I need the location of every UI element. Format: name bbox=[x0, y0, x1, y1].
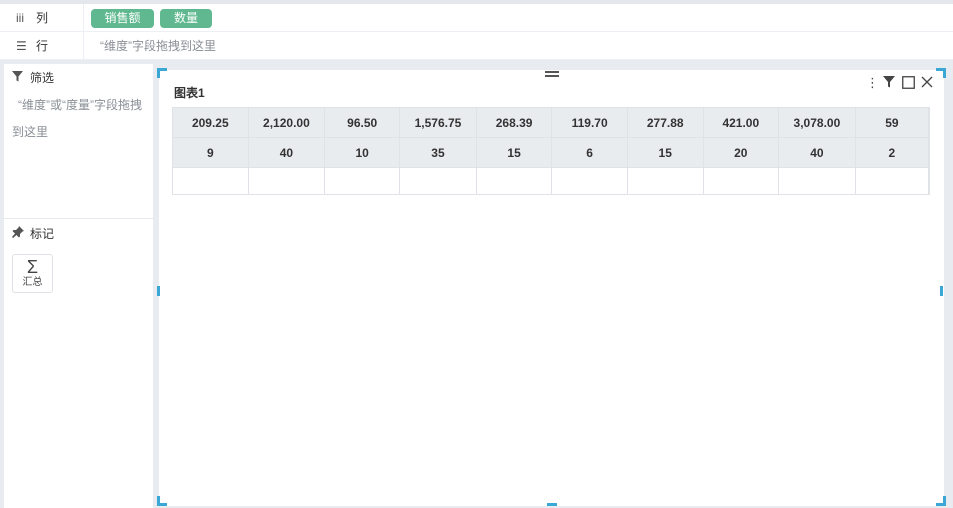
table-cell: 209.25 bbox=[172, 107, 249, 138]
table-cell: 40 bbox=[247, 137, 326, 168]
resize-edge-left[interactable] bbox=[157, 286, 160, 296]
rows-drop-hint: “维度”字段拖拽到这里 bbox=[100, 39, 216, 53]
table-cell bbox=[324, 167, 401, 195]
sigma-icon: Σ bbox=[26, 257, 39, 277]
table-cell bbox=[854, 167, 929, 195]
table-cell bbox=[778, 167, 856, 195]
pill-sales[interactable]: 销售额 bbox=[91, 9, 154, 28]
more-icon[interactable]: ⋮ bbox=[866, 76, 879, 90]
shelf-bar: iii 列 销售额 数量 ☰ 行 “维度”字段拖拽到这里 bbox=[0, 0, 953, 60]
resize-corner-top-right[interactable] bbox=[936, 68, 946, 78]
table-cell: 15 bbox=[626, 137, 704, 168]
funnel-icon[interactable] bbox=[882, 76, 896, 90]
table-cell: 1,576.75 bbox=[399, 107, 477, 138]
rows-shelf-label: ☰ 行 bbox=[16, 32, 84, 60]
table-cell bbox=[247, 167, 326, 195]
summary-mark-button[interactable]: Σ 汇总 bbox=[12, 254, 53, 293]
columns-icon: iii bbox=[16, 11, 24, 25]
table-cell: 96.50 bbox=[324, 107, 401, 138]
table-cell: 119.70 bbox=[551, 107, 628, 138]
table-row: 209.25 2,120.00 96.50 1,576.75 268.39 119.70 2… bbox=[172, 107, 929, 138]
chart-title: 图表1 bbox=[174, 86, 205, 100]
table-cell bbox=[626, 167, 704, 195]
resize-edge-bottom[interactable] bbox=[547, 503, 557, 506]
table-cell: 35 bbox=[399, 137, 477, 168]
table-cell: 277.88 bbox=[626, 107, 704, 138]
close-icon[interactable] bbox=[920, 76, 934, 90]
table-row: 9 40 10 35 15 6 15 20 40 2 bbox=[172, 137, 929, 168]
table-cell: 15 bbox=[475, 137, 553, 168]
table-cell bbox=[475, 167, 553, 195]
pill-quantity[interactable]: 数量 bbox=[160, 9, 212, 28]
funnel-icon bbox=[12, 70, 26, 86]
resize-corner-top-left[interactable] bbox=[157, 68, 167, 78]
resize-edge-right[interactable] bbox=[940, 286, 943, 296]
table-cell bbox=[551, 167, 628, 195]
pin-icon bbox=[12, 226, 26, 242]
table-cell: 59 bbox=[854, 107, 929, 138]
filter-section-title: 筛选 bbox=[12, 70, 54, 86]
resize-corner-bottom-right[interactable] bbox=[936, 496, 946, 506]
table-cell bbox=[399, 167, 477, 195]
maximize-icon[interactable] bbox=[901, 76, 915, 90]
list-icon: ☰ bbox=[16, 39, 27, 53]
columns-shelf-label: iii 列 bbox=[16, 4, 84, 32]
rows-shelf[interactable]: ☰ 行 “维度”字段拖拽到这里 bbox=[0, 32, 953, 60]
filter-drop-hint[interactable]: “维度”或“度量”字段拖拽到这里 bbox=[12, 92, 148, 146]
table-cell: 6 bbox=[551, 137, 628, 168]
table-cell bbox=[702, 167, 780, 195]
left-panel: 筛选 “维度”或“度量”字段拖拽到这里 标记 Σ 汇总 bbox=[4, 64, 153, 508]
table-cell: 20 bbox=[702, 137, 780, 168]
table-cell: 10 bbox=[324, 137, 401, 168]
marks-section-title: 标记 bbox=[12, 226, 54, 242]
table-cell: 2,120.00 bbox=[247, 107, 326, 138]
columns-shelf[interactable]: iii 列 销售额 数量 bbox=[0, 4, 953, 32]
table-cell: 40 bbox=[778, 137, 856, 168]
table-cell: 268.39 bbox=[475, 107, 553, 138]
table-cell: 421.00 bbox=[702, 107, 780, 138]
data-table: 209.25 2,120.00 96.50 1,576.75 268.39 119.70 2… bbox=[172, 107, 930, 195]
drag-handle-icon[interactable] bbox=[545, 71, 559, 80]
divider bbox=[4, 218, 153, 219]
table-row bbox=[172, 167, 929, 195]
table-cell: 2 bbox=[854, 137, 929, 168]
table-cell: 9 bbox=[172, 137, 249, 168]
table-cell bbox=[172, 167, 249, 195]
table-cell: 3,078.00 bbox=[778, 107, 856, 138]
resize-corner-bottom-left[interactable] bbox=[157, 496, 167, 506]
